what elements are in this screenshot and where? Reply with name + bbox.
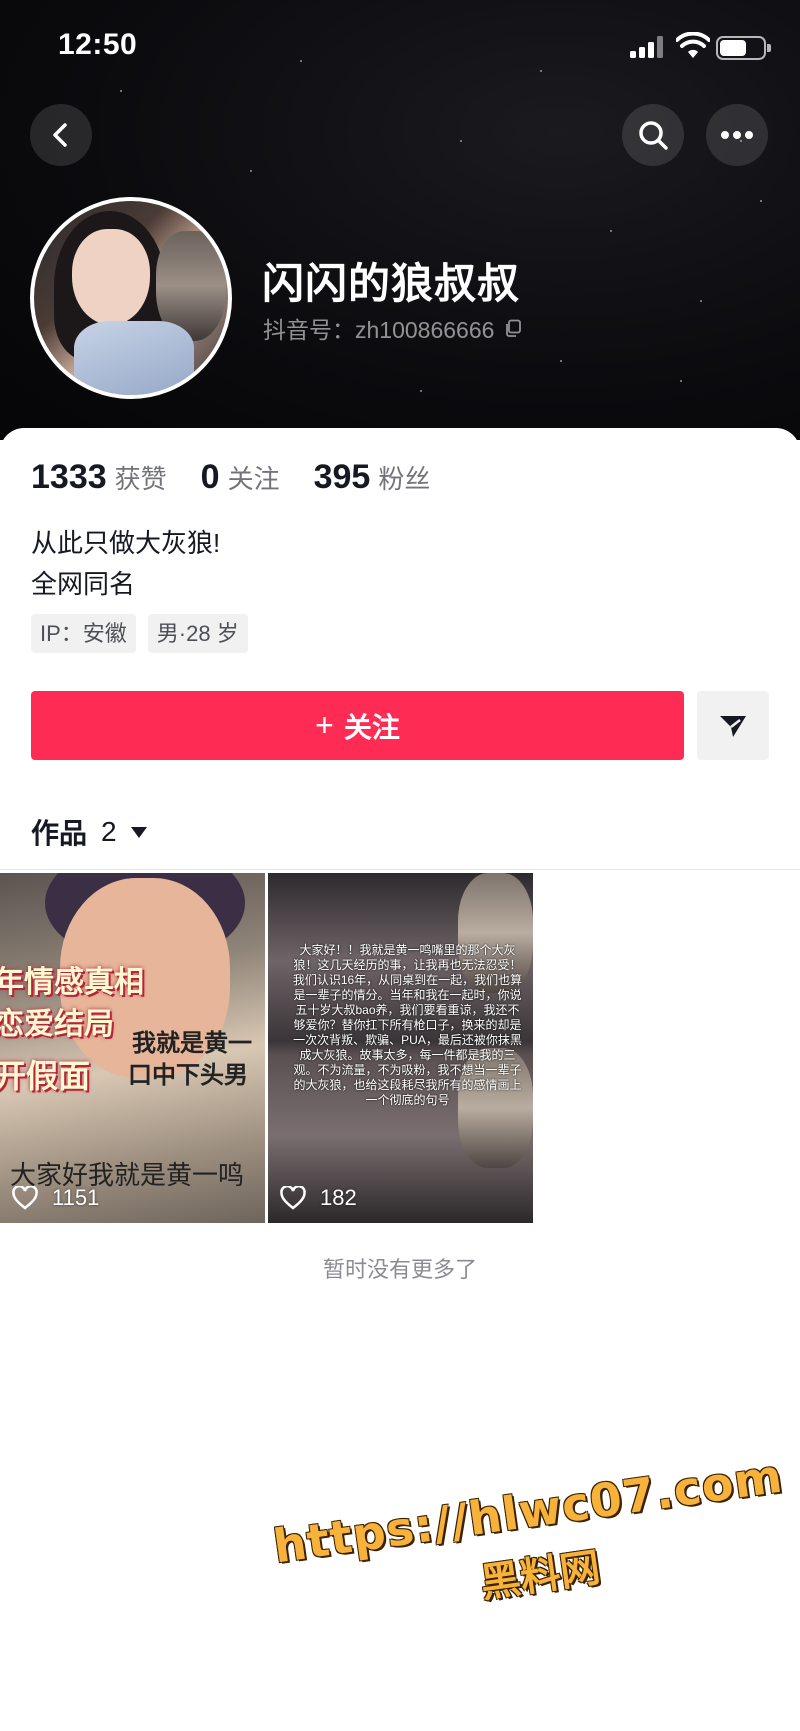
no-more-text: 暂时没有更多了 (322, 1257, 477, 1282)
video-overlay-text: 年情感真相 (0, 966, 144, 999)
share-icon (720, 715, 746, 737)
back-button[interactable] (30, 104, 92, 166)
video-likes-count: 182 (320, 1185, 357, 1210)
stat-followers[interactable]: 395 粉丝 (314, 458, 431, 497)
signal-icon (630, 36, 668, 58)
stat-followers-label: 粉丝 (378, 464, 431, 494)
works-tab-label: 作品 (31, 818, 88, 849)
share-button[interactable] (697, 691, 769, 760)
works-count: 2 (101, 816, 117, 847)
video-overlay-text: 恋爱结局 (0, 1008, 114, 1041)
more-button[interactable] (706, 104, 768, 166)
copy-icon[interactable] (504, 319, 522, 337)
heart-icon (12, 1186, 38, 1210)
profile-tags: IP：安徽 男·28 岁 (31, 614, 248, 653)
tag-ip-location: IP：安徽 (31, 614, 136, 653)
tab-works[interactable]: 作品 2 (31, 812, 147, 852)
search-button[interactable] (622, 104, 684, 166)
stat-following[interactable]: 0 关注 (201, 458, 280, 497)
video-thumbnail[interactable]: 大家好！！我就是黄一鸣嘴里的那个大灰狼！这几天经历的事，让我再也无法忍受！我们认… (268, 873, 533, 1223)
video-likes-count: 1151 (52, 1185, 100, 1210)
divider (0, 869, 800, 870)
profile-stats: 1333 获赞 0 关注 395 粉丝 (31, 458, 464, 497)
back-icon (53, 123, 67, 147)
profile-header: 12:50 闪闪的狼叔叔 抖音号：zh100866666 (0, 0, 800, 440)
stat-followers-value: 395 (313, 458, 371, 496)
stat-following-value: 0 (200, 458, 220, 496)
battery-icon (716, 36, 771, 60)
wifi-icon (676, 32, 710, 58)
tag-gender-age: 男·28 岁 (147, 614, 248, 653)
video-likes: 1151 (12, 1185, 99, 1211)
douyin-id-text: 抖音号：zh100866666 (263, 317, 495, 343)
profile-bio: 从此只做大灰狼! 全网同名 (31, 523, 220, 605)
status-bar: 12:50 (0, 0, 800, 95)
video-overlay-text: 大家好！！我就是黄一鸣嘴里的那个大灰狼！这几天经历的事，让我再也无法忍受！我们认… (292, 943, 523, 1107)
follow-button[interactable]: + 关注 (31, 691, 684, 760)
plus-icon: + (315, 707, 334, 743)
stat-likes-value: 1333 (31, 458, 107, 496)
follow-label: 关注 (343, 711, 400, 743)
stat-following-label: 关注 (227, 464, 280, 494)
status-time: 12:50 (58, 28, 138, 61)
avatar[interactable] (30, 197, 232, 399)
douyin-id[interactable]: 抖音号：zh100866666 (263, 311, 522, 345)
heart-icon (280, 1186, 306, 1210)
bio-line: 从此只做大灰狼! (31, 528, 221, 558)
profile-nickname: 闪闪的狼叔叔 (262, 260, 521, 307)
bio-line: 全网同名 (31, 569, 136, 599)
video-thumbnail[interactable]: 年情感真相 恋爱结局 我就是黄一 口中下头男 开假面 大家好我就是黄一鸣 115… (0, 873, 265, 1223)
stat-likes[interactable]: 1333 获赞 (31, 458, 167, 497)
video-overlay-text: 开假面 (0, 1058, 91, 1094)
more-icon (721, 131, 753, 139)
search-icon (639, 121, 668, 150)
video-likes: 182 (280, 1185, 357, 1211)
video-overlay-text: 口中下头男 (128, 1062, 248, 1089)
caret-down-icon (130, 826, 147, 838)
stat-likes-label: 获赞 (114, 464, 167, 494)
works-grid: 年情感真相 恋爱结局 我就是黄一 口中下头男 开假面 大家好我就是黄一鸣 115… (0, 873, 533, 1223)
video-overlay-text: 我就是黄一 (132, 1030, 252, 1057)
